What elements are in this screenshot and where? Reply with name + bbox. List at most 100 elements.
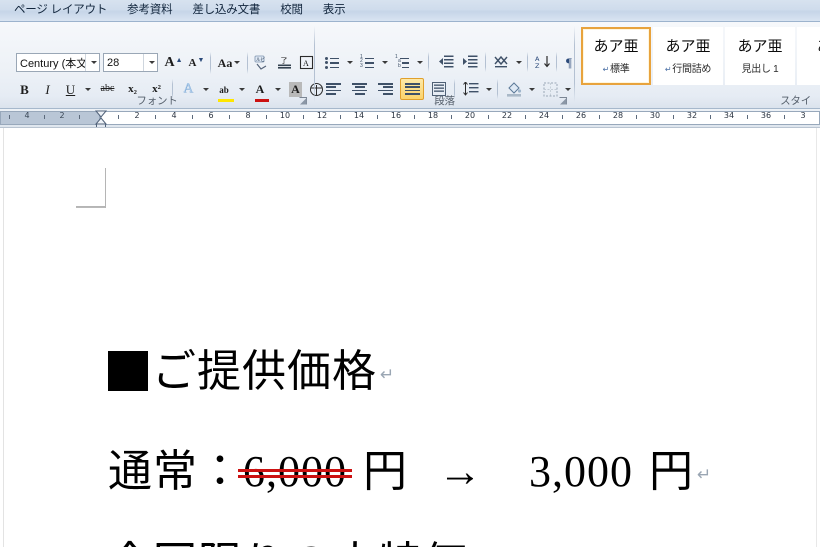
svg-text:Z: Z xyxy=(535,62,540,69)
old-price-unit: 円 xyxy=(363,447,408,496)
line3-text: 今回限りの大特価!! xyxy=(108,539,499,547)
ruler-number: 16 xyxy=(390,111,402,120)
ruler-number: 18 xyxy=(427,111,439,120)
svg-text:ルビ: ルビ xyxy=(256,56,265,63)
divider xyxy=(210,52,211,74)
ruler-number: 32 xyxy=(686,111,698,120)
tab-mailings[interactable]: 差し込み文書 xyxy=(182,0,270,21)
divider xyxy=(485,52,486,72)
font-group-label: フォント xyxy=(136,95,178,107)
document-line-2[interactable]: 通常：6,000 円 → 3,000 円 ↵ xyxy=(108,450,712,494)
line2-prefix: 通常： xyxy=(108,447,243,496)
divider xyxy=(527,52,528,72)
multilevel-list-button[interactable]: 1 a b xyxy=(392,52,413,72)
font-size-combo[interactable]: 28 xyxy=(103,53,158,72)
change-case-button[interactable]: Aa xyxy=(214,53,244,72)
style-label: ↵行間詰め xyxy=(664,64,712,75)
multilevel-list-dropdown-button[interactable] xyxy=(413,52,424,72)
line1-text: ご提供価格 xyxy=(152,347,377,396)
ruler-number: 28 xyxy=(612,111,624,120)
font-name-combo[interactable]: Century (本文 xyxy=(16,53,100,72)
grow-font-button[interactable]: A ▲ xyxy=(163,53,184,72)
arrow-glyph: → xyxy=(438,447,483,496)
tab-page-layout[interactable]: ページ レイアウト xyxy=(4,0,117,21)
ruler-left-margin[interactable] xyxy=(0,111,100,125)
numbering-icon: 1 2 3 xyxy=(360,54,375,69)
margin-corner-mark xyxy=(76,168,106,208)
bullets-button[interactable] xyxy=(322,52,343,72)
document-line-3[interactable]: 今回限りの大特価!!↵ xyxy=(108,542,518,547)
tab-view[interactable]: 表示 xyxy=(313,0,356,21)
phonetic-guide-icon: ルビ xyxy=(254,55,266,70)
ribbon-group-font: Century (本文 28 A ▲ A ▼ Aa ルビ 了 A B I U a… xyxy=(0,22,323,108)
sort-button[interactable]: A Z xyxy=(532,52,554,72)
style-item-heading-1[interactable]: あア亜 見出し 1 xyxy=(725,27,795,85)
old-price-struck: 6,000 xyxy=(238,450,352,494)
divider xyxy=(247,52,248,74)
ruler-number: 8 xyxy=(245,111,251,120)
ruler-number: 20 xyxy=(464,111,476,120)
style-sample: あア亜 xyxy=(665,37,711,55)
numbering-dropdown-button[interactable] xyxy=(378,52,389,72)
numbering-button[interactable]: 1 2 3 xyxy=(357,52,378,72)
strikethrough-bar-2 xyxy=(238,474,352,478)
ruler-number: 24 xyxy=(538,111,550,120)
enclose-character-icon: A xyxy=(299,55,314,70)
increase-indent-icon xyxy=(462,55,477,68)
font-name-dropdown-icon[interactable] xyxy=(85,54,99,71)
decrease-indent-button[interactable] xyxy=(434,52,457,72)
extended-format-button[interactable] xyxy=(490,52,512,72)
shrink-font-icon: A xyxy=(188,56,197,69)
paragraph-mark: ↵ xyxy=(697,465,713,485)
style-item-normal[interactable]: あア亜 ↵標準 xyxy=(581,27,651,85)
ruler-number: 30 xyxy=(649,111,661,120)
ruler-number: 22 xyxy=(501,111,513,120)
shrink-font-button[interactable]: A ▼ xyxy=(186,53,207,72)
ruler-number: 10 xyxy=(279,111,291,120)
ruler-number: 4 xyxy=(24,111,30,120)
new-price-value: 3,000 xyxy=(529,447,633,496)
ruler-number: 6 xyxy=(208,111,214,120)
paragraph-dialog-launcher[interactable] xyxy=(558,96,569,107)
ruler-number: 12 xyxy=(316,111,328,120)
ribbon-group-paragraph: 1 2 3 1 a b A Z ¶ 段落 xyxy=(315,22,574,108)
black-square-bullet xyxy=(108,351,148,391)
styles-group-label: スタイ xyxy=(780,95,811,107)
ruler-number: 36 xyxy=(760,111,772,120)
svg-text:A: A xyxy=(303,59,309,68)
ruler-number: 26 xyxy=(575,111,587,120)
document-canvas[interactable]: ご提供価格↵ 通常：6,000円→3,000円↵ 今回限りの大特価!!↵ xyxy=(0,128,820,547)
grow-font-icon: A xyxy=(164,54,175,70)
ruler-number: 14 xyxy=(353,111,365,120)
font-size-value: 28 xyxy=(107,56,120,69)
bullets-dropdown-button[interactable] xyxy=(343,52,354,72)
svg-text:了: 了 xyxy=(281,57,288,65)
divider xyxy=(556,52,557,72)
tab-review[interactable]: 校閲 xyxy=(270,0,313,21)
font-size-dropdown-icon[interactable] xyxy=(143,54,157,71)
font-name-value: Century (本文 xyxy=(20,57,85,70)
increase-indent-button[interactable] xyxy=(458,52,481,72)
bullets-icon xyxy=(325,56,340,69)
document-page[interactable]: ご提供価格↵ 通常：6,000円→3,000円↵ 今回限りの大特価!!↵ xyxy=(3,128,817,547)
style-item-heading-2[interactable]: あア 見出 xyxy=(797,27,820,85)
phonetic-guide-button[interactable]: ルビ xyxy=(251,53,272,72)
ribbon-group-styles: あア亜 ↵標準 あア亜 ↵行間詰め あア亜 見出し 1 あア 見出 スタイ xyxy=(575,22,820,108)
font-dialog-launcher[interactable] xyxy=(298,96,309,107)
tab-references[interactable]: 参考資料 xyxy=(117,0,182,21)
ruler-number: 3 xyxy=(800,111,806,120)
first-line-indent-marker[interactable] xyxy=(94,109,108,127)
svg-text:¶: ¶ xyxy=(566,55,572,69)
character-border-button[interactable]: 了 xyxy=(274,53,295,72)
sort-az-icon: A Z xyxy=(535,55,550,69)
ruler-number: 4 xyxy=(171,111,177,120)
decrease-indent-icon xyxy=(438,55,453,68)
document-line-1[interactable]: ご提供価格 ↵ xyxy=(108,350,395,394)
ruler[interactable]: 4 2 2 4 6 8 10 12 14 16 18 20 22 24 26 2… xyxy=(0,109,820,128)
divider xyxy=(428,52,429,72)
paragraph-mark: ↵ xyxy=(380,365,396,385)
ruler-number: 34 xyxy=(723,111,735,120)
style-item-no-spacing[interactable]: あア亜 ↵行間詰め xyxy=(653,27,723,85)
extended-format-dropdown-button[interactable] xyxy=(512,52,523,72)
word-window: ページ レイアウト 参考資料 差し込み文書 校閲 表示 Century (本文 … xyxy=(0,0,820,547)
